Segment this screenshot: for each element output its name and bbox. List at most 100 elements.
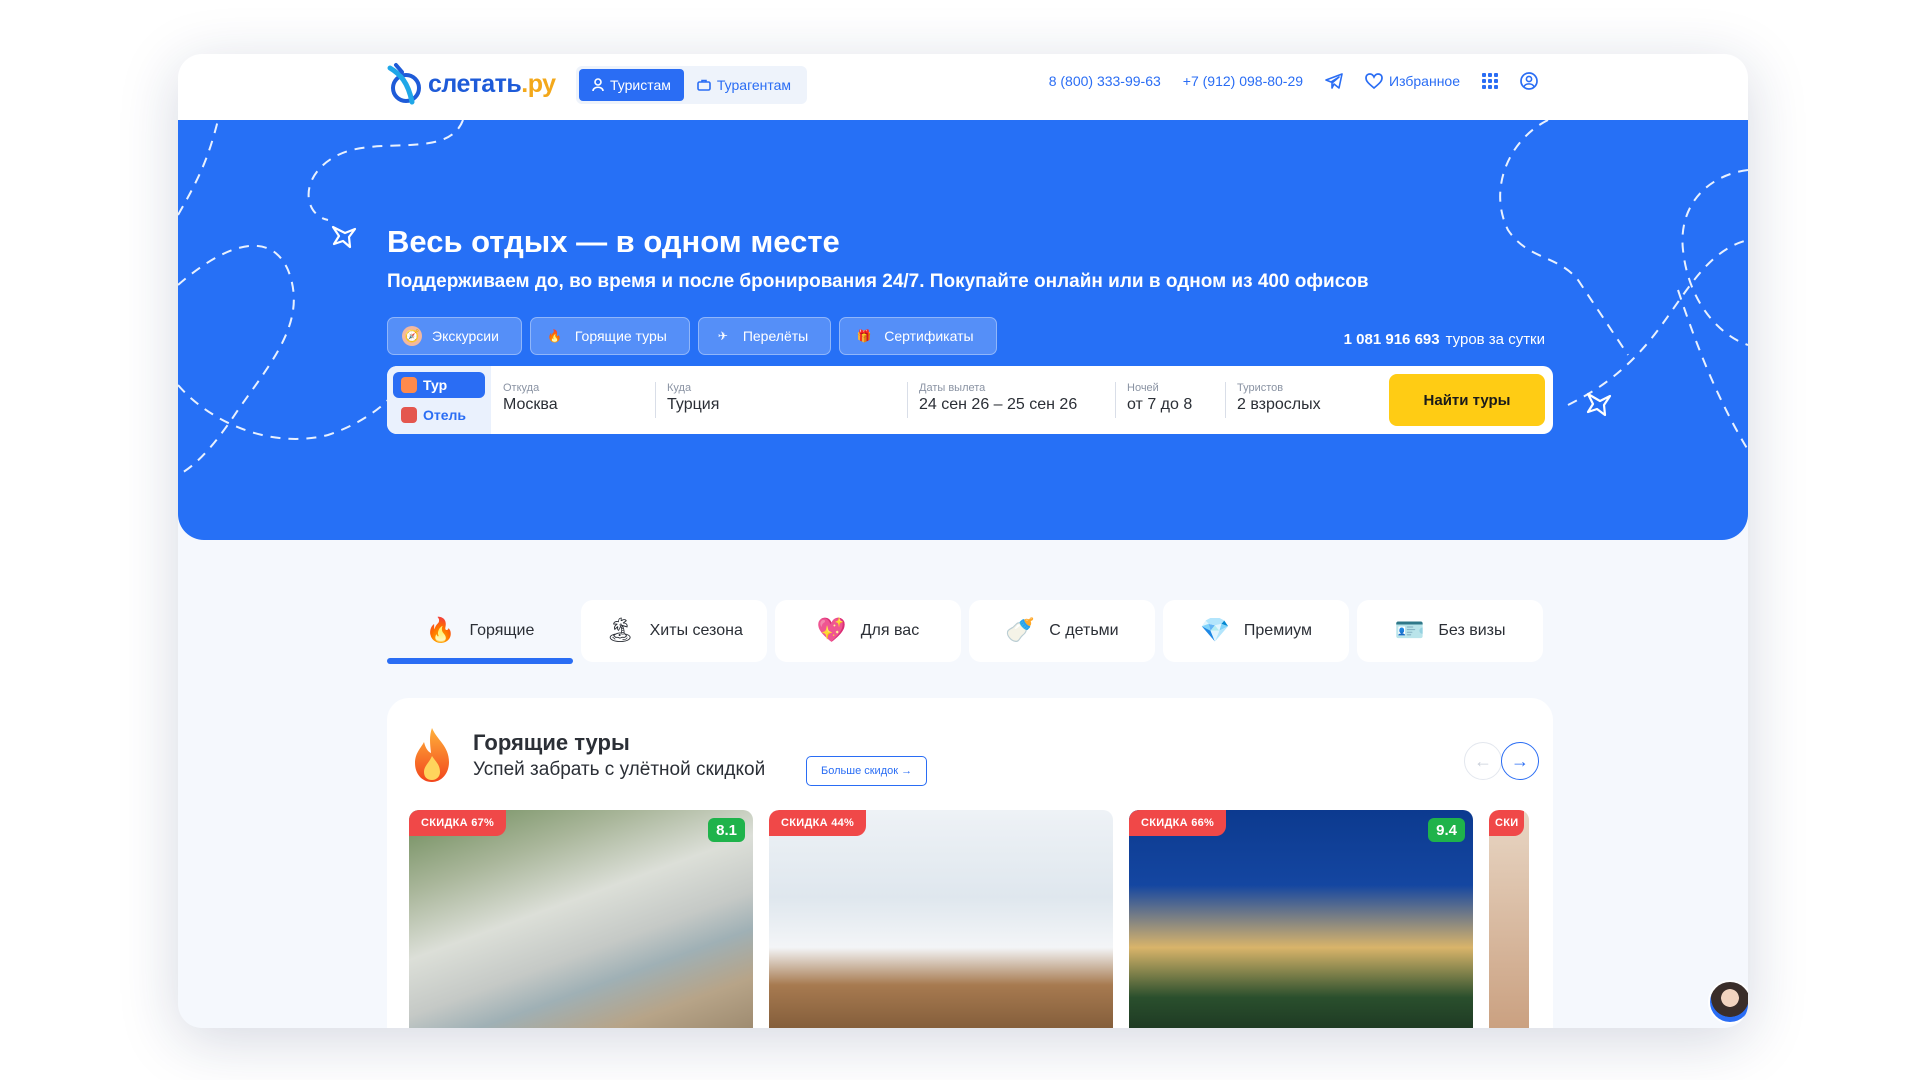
chip-hot-tours[interactable]: 🔥 Горящие туры <box>529 317 690 355</box>
departure-label: Откуда <box>503 382 540 394</box>
category-tabs: 🔥 Горящие 🏝 Хиты сезона 💖 Для вас 🍼 С де… <box>387 600 1543 664</box>
discount-badge: СКИ <box>1489 810 1525 836</box>
airplane-icon: ✈ <box>717 329 728 343</box>
nights-field[interactable]: Ночей от 7 до 8 <box>1115 366 1225 434</box>
mode-tour[interactable]: Тур <box>393 372 485 398</box>
tour-card[interactable]: СКИДКА 44% <box>769 810 1113 1028</box>
chip-certificates-label: Сертификаты <box>884 328 974 344</box>
tours-count-suffix: туров за сутки <box>1445 331 1545 348</box>
discount-badge: СКИДКА 67% <box>409 810 507 836</box>
tab-hot[interactable]: 🔥 Горящие <box>387 600 573 664</box>
hot-tours-subtitle: Успей забрать с улётной скидкой <box>473 759 766 780</box>
site-logo[interactable]: слетать.ру <box>386 62 556 106</box>
telegram-icon[interactable] <box>1325 73 1343 89</box>
hero-title: Весь отдых — в одном месте <box>387 224 840 259</box>
rating-badge: 9.4 <box>1428 818 1465 842</box>
tourists-label: Туристов <box>1237 382 1284 394</box>
tour-card[interactable]: СКИДКА 66% 9.4 <box>1129 810 1473 1028</box>
chip-excursions[interactable]: 🧭 Экскурсии <box>387 317 522 355</box>
departure-field[interactable]: Откуда Москва <box>491 366 655 434</box>
hero-subtitle: Поддерживаем до, во время и после бронир… <box>387 271 1369 292</box>
hotel-icon <box>401 407 417 423</box>
tour-card[interactable]: СКИДКА 67% 8.1 <box>409 810 753 1028</box>
mode-tour-label: Тур <box>423 377 448 393</box>
role-switcher: Туристам Турагентам <box>576 66 808 104</box>
chip-flights[interactable]: ✈ Перелёты <box>697 317 832 355</box>
carousel-prev-button[interactable]: ← <box>1464 742 1502 780</box>
mode-hotel[interactable]: Отель <box>393 402 485 428</box>
phone-link-2[interactable]: +7 (912) 098-80-29 <box>1183 73 1303 89</box>
tour-search-form: Тур Отель Откуда Москва Куда Турция Даты… <box>387 366 1553 434</box>
tab-hot-label: Горящие <box>469 622 535 639</box>
destination-field[interactable]: Куда Турция <box>655 366 907 434</box>
tab-premium[interactable]: 💎 Премиум <box>1163 600 1349 662</box>
chip-hot-tours-label: Горящие туры <box>574 328 667 344</box>
tab-tourists[interactable]: Туристам <box>579 69 684 101</box>
tour-card[interactable]: СКИ <box>1489 810 1529 1028</box>
more-discounts-button[interactable]: Больше скидок → <box>806 756 928 786</box>
tours-count-number: 1 081 916 693 <box>1343 331 1440 348</box>
grid-menu-icon[interactable] <box>1482 73 1498 89</box>
favorites-label: Избранное <box>1389 73 1460 89</box>
baby-bottle-icon: 🍼 <box>1005 617 1036 644</box>
heart-icon: 💖 <box>816 617 847 644</box>
hot-tours-carousel: СКИДКА 67% 8.1 СКИДКА 44% СКИДКА 66% 9.4… <box>409 810 1529 1028</box>
briefcase-icon <box>697 79 711 91</box>
nights-label: Ночей <box>1127 382 1159 394</box>
dates-label: Даты вылета <box>919 382 986 394</box>
tab-tourists-label: Туристам <box>610 77 671 93</box>
tourists-value: 2 взрослых <box>1237 396 1321 413</box>
service-chips: 🧭 Экскурсии 🔥 Горящие туры ✈ Перелёты 🎁 … <box>387 317 997 355</box>
support-chat-avatar[interactable] <box>1708 980 1748 1024</box>
nights-value: от 7 до 8 <box>1127 396 1193 413</box>
chip-certificates[interactable]: 🎁 Сертификаты <box>839 317 997 355</box>
search-mode-switch: Тур Отель <box>387 366 491 434</box>
compass-icon: 🧭 <box>402 326 422 346</box>
discount-badge: СКИДКА 66% <box>1129 810 1227 836</box>
departure-value: Москва <box>503 396 558 413</box>
diamond-icon: 💎 <box>1200 617 1230 644</box>
tab-season-hits-label: Хиты сезона <box>649 622 743 639</box>
discount-badge: СКИДКА 44% <box>769 810 867 836</box>
dates-field[interactable]: Даты вылета 24 сен 26 – 25 сен 26 <box>907 366 1115 434</box>
tab-agents-label: Турагентам <box>716 77 792 93</box>
suitcase-icon <box>401 377 417 393</box>
hot-tours-title: Горящие туры <box>473 730 630 755</box>
browser-page: слетать.ру Туристам Турагентам 8 (800) 3… <box>178 54 1748 1028</box>
person-icon <box>592 78 604 92</box>
favorites-link[interactable]: Избранное <box>1365 73 1460 89</box>
phone-link-1[interactable]: 8 (800) 333-99-63 <box>1049 73 1161 89</box>
tours-count: 1 081 916 693 туров за сутки <box>1344 331 1545 348</box>
tab-season-hits[interactable]: 🏝 Хиты сезона <box>581 600 767 662</box>
hot-tours-section: Горящие туры Успей забрать с улётной ски… <box>387 698 1553 1028</box>
find-tours-button[interactable]: Найти туры <box>1389 374 1545 426</box>
flame-icon: 🔥 <box>425 617 456 644</box>
mode-hotel-label: Отель <box>423 407 467 423</box>
gift-icon: 🎁 <box>856 329 872 343</box>
rating-badge: 8.1 <box>708 818 745 842</box>
tab-for-you[interactable]: 💖 Для вас <box>775 600 961 662</box>
destination-label: Куда <box>667 382 692 394</box>
palm-island-icon: 🏝 <box>605 617 636 644</box>
heart-icon <box>1365 73 1383 89</box>
tab-no-visa-label: Без визы <box>1438 622 1506 639</box>
hero-banner: Весь отдых — в одном месте Поддерживаем … <box>178 120 1748 540</box>
header-actions: 8 (800) 333-99-63 +7 (912) 098-80-29 Изб… <box>1049 72 1538 90</box>
tab-with-kids[interactable]: 🍼 С детьми <box>969 600 1155 662</box>
tourists-field[interactable]: Туристов 2 взрослых <box>1225 366 1365 434</box>
tab-agents[interactable]: Турагентам <box>684 69 804 101</box>
carousel-next-button[interactable]: → <box>1501 742 1539 780</box>
destination-value: Турция <box>667 396 720 413</box>
tab-premium-label: Премиум <box>1243 622 1312 639</box>
chip-flights-label: Перелёты <box>742 328 809 344</box>
site-header: слетать.ру Туристам Турагентам 8 (800) 3… <box>178 54 1748 120</box>
tab-with-kids-label: С детьми <box>1049 622 1119 639</box>
user-profile-icon[interactable] <box>1520 72 1538 90</box>
flame-icon: 🔥 <box>547 329 563 343</box>
tab-no-visa[interactable]: 🪪 Без визы <box>1357 600 1543 662</box>
chip-excursions-label: Экскурсии <box>432 328 499 344</box>
id-card-icon: 🪪 <box>1394 617 1425 644</box>
flame-icon <box>415 728 449 782</box>
tab-for-you-label: Для вас <box>860 622 920 639</box>
logo-text: слетать.ру <box>428 69 556 98</box>
